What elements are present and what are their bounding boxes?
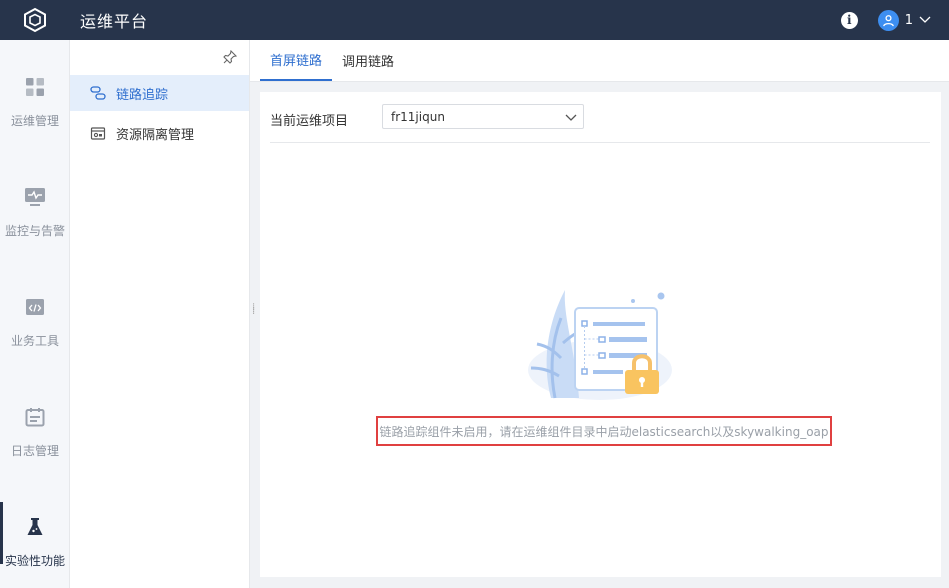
project-select-value: fr11jiqun [391, 109, 445, 124]
top-bar: 运维平台 i 1 [0, 0, 949, 40]
subnav-item-label: 链路追踪 [116, 87, 169, 103]
rail-item-label: 业务工具 [10, 334, 59, 348]
flask-icon [24, 516, 46, 538]
rail-item-monitoring[interactable]: 监控与告警 [0, 186, 70, 239]
rail-item-label: 日志管理 [10, 444, 59, 458]
project-select[interactable]: fr11jiqun [382, 104, 584, 129]
tab-first-screen-trace[interactable]: 首屏链路 [260, 39, 333, 81]
rail-item-business-tools[interactable]: 业务工具 [0, 296, 70, 349]
info-icon[interactable]: i [840, 11, 858, 29]
tab-bar: 首屏链路 调用链路 [250, 40, 949, 82]
user-name[interactable]: 1 [905, 13, 913, 28]
code-icon [24, 296, 46, 318]
isolation-icon [90, 125, 106, 141]
subnav-item-resource-isolation[interactable]: 资源隔离管理 [70, 115, 249, 151]
module-rail: 运维管理 监控与告警 业务工具 日志管理 实验性功能 [0, 40, 70, 588]
grid-icon [24, 76, 46, 98]
cube-logo-icon[interactable] [0, 0, 70, 40]
secondary-sidebar: 链路追踪 资源隔离管理 [70, 40, 250, 588]
app-title: 运维平台 [80, 12, 149, 31]
rail-item-label: 实验性功能 [4, 554, 65, 568]
content-panel: 当前运维项目 fr11jiqun 链路追踪组件未启用，请在运维组件目录中启动el… [260, 92, 941, 577]
chevron-down-icon[interactable] [919, 13, 931, 28]
rail-item-log-management[interactable]: 日志管理 [0, 406, 70, 459]
calendar-log-icon [24, 406, 46, 428]
rail-item-label: 运维管理 [10, 114, 59, 128]
subnav-item-tracing[interactable]: 链路追踪 [70, 75, 249, 111]
divider [270, 142, 930, 143]
pin-icon[interactable] [223, 49, 238, 64]
chevron-down-icon [565, 111, 577, 125]
monitor-icon [24, 186, 46, 208]
project-label: 当前运维项目 [270, 114, 349, 129]
rail-item-experimental[interactable]: 实验性功能 [0, 502, 70, 569]
empty-state-text: 链路追踪组件未启用，请在运维组件目录中启动elasticsearch以及skyw… [379, 424, 829, 439]
rail-item-ops-management[interactable]: 运维管理 [0, 76, 70, 129]
subnav-item-label: 资源隔离管理 [116, 127, 195, 143]
rail-item-label: 监控与告警 [4, 224, 65, 238]
trace-icon [90, 85, 106, 101]
user-avatar-icon[interactable] [877, 9, 899, 31]
tab-call-trace[interactable]: 调用链路 [332, 39, 404, 81]
sidebar-resize-handle[interactable]: ⁞ ⁞ [252, 303, 255, 317]
empty-state-illustration [525, 288, 675, 403]
empty-state-message: 链路追踪组件未启用，请在运维组件目录中启动elasticsearch以及skyw… [376, 416, 832, 446]
